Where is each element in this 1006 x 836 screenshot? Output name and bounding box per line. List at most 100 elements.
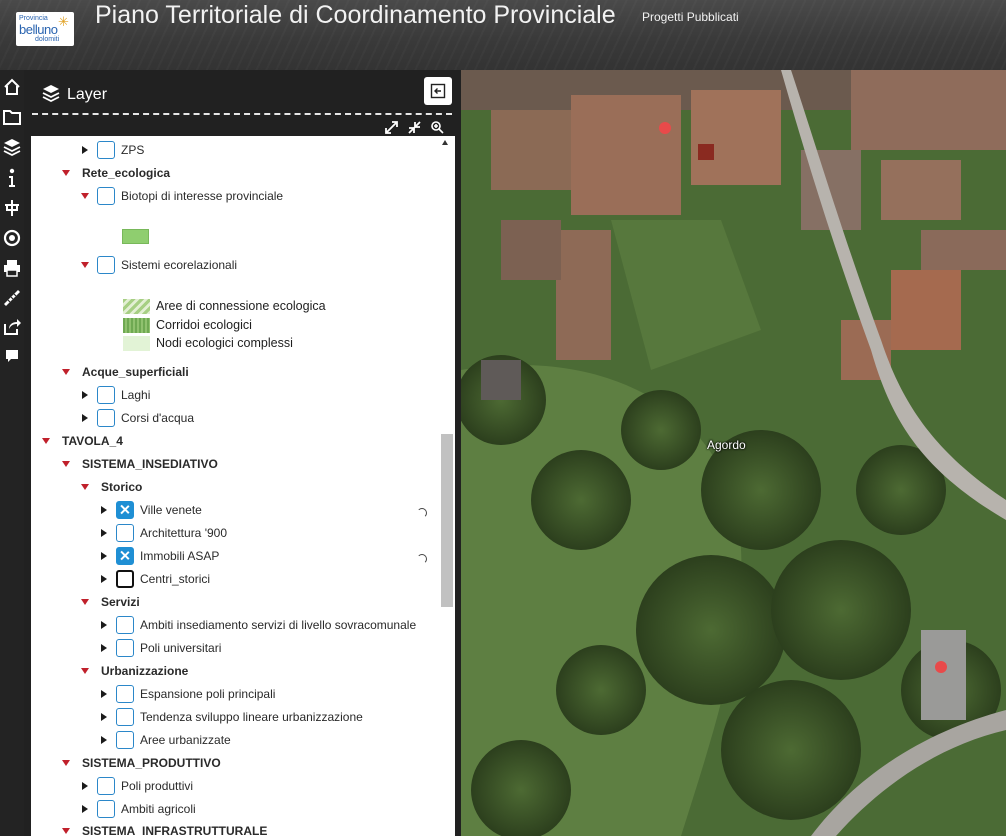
group-row-tavola-4: TAVOLA_4 — [40, 430, 123, 452]
layer-checkbox[interactable] — [116, 685, 134, 703]
group-label: SISTEMA_INSEDIATIVO — [82, 457, 218, 471]
layer-checkbox[interactable] — [116, 731, 134, 749]
share-icon[interactable] — [0, 313, 24, 341]
expand-caret-icon[interactable] — [79, 407, 91, 429]
expand-caret-icon[interactable] — [98, 706, 110, 728]
layer-label: Aree urbanizzate — [140, 733, 231, 747]
layer-row-tendenza-sviluppo: Tendenza sviluppo lineare urbanizzazione — [98, 706, 363, 728]
layer-checkbox-checked[interactable] — [116, 501, 134, 519]
collapse-caret-icon[interactable] — [40, 430, 52, 452]
print-icon[interactable] — [0, 254, 24, 282]
app-title: Piano Territoriale di Coordinamento Prov… — [95, 1, 616, 29]
layer-checkbox[interactable] — [97, 409, 115, 427]
layer-checkbox[interactable] — [97, 777, 115, 795]
group-label: Urbanizzazione — [101, 664, 189, 678]
collapse-caret-icon[interactable] — [60, 162, 72, 184]
collapse-caret-icon[interactable] — [60, 361, 72, 383]
layer-label: Ambiti agricoli — [121, 802, 196, 816]
info-icon[interactable] — [0, 164, 24, 192]
layer-row-zps: ZPS — [79, 139, 144, 161]
expand-caret-icon[interactable] — [98, 614, 110, 636]
tree-structure-icon[interactable] — [0, 194, 24, 222]
collapse-caret-icon[interactable] — [79, 591, 91, 613]
layer-checkbox[interactable] — [116, 524, 134, 542]
target-icon[interactable] — [0, 224, 24, 252]
layer-checkbox[interactable] — [116, 616, 134, 634]
group-row-sistema-insediativo: SISTEMA_INSEDIATIVO — [60, 453, 218, 475]
group-label: SISTEMA_INFRASTRUTTURALE — [82, 824, 268, 836]
expand-caret-icon[interactable] — [98, 545, 110, 567]
header-divider — [32, 113, 452, 115]
expand-caret-icon[interactable] — [79, 139, 91, 161]
biotopi-legend-swatch — [122, 229, 149, 244]
collapse-caret-icon[interactable] — [79, 254, 91, 276]
group-row-acque-superficiali: Acque_superficiali — [60, 361, 189, 383]
expand-caret-icon[interactable] — [98, 683, 110, 705]
layer-row-ville-venete: Ville venete — [98, 499, 202, 521]
loading-spinner-icon — [417, 554, 427, 564]
collapse-all-icon[interactable] — [406, 119, 422, 135]
layer-checkbox-focused[interactable] — [116, 570, 134, 588]
expand-caret-icon[interactable] — [98, 568, 110, 590]
map-marker[interactable] — [659, 122, 671, 134]
group-label: Rete_ecologica — [82, 166, 171, 180]
collapse-caret-icon[interactable] — [79, 660, 91, 682]
expand-caret-icon[interactable] — [79, 384, 91, 406]
group-row-rete-ecologica: Rete_ecologica — [60, 162, 170, 184]
scrollbar-thumb[interactable] — [441, 434, 453, 607]
layer-label: Corsi d'acqua — [121, 411, 194, 425]
expand-caret-icon[interactable] — [98, 729, 110, 751]
layer-label: Sistemi ecorelazionali — [121, 258, 238, 272]
expand-caret-icon[interactable] — [98, 499, 110, 521]
collapse-caret-icon[interactable] — [60, 820, 72, 836]
layer-row-biotopi: Biotopi di interesse provinciale — [79, 185, 283, 207]
group-label: TAVOLA_4 — [62, 434, 123, 448]
measure-icon[interactable] — [0, 284, 24, 312]
expand-caret-icon[interactable] — [79, 775, 91, 797]
expand-caret-icon[interactable] — [98, 637, 110, 659]
collapse-caret-icon[interactable] — [79, 476, 91, 498]
collapse-caret-icon[interactable] — [79, 185, 91, 207]
expand-caret-icon[interactable] — [98, 522, 110, 544]
layer-row-ambiti-insediamento: Ambiti insediamento servizi di livello s… — [98, 614, 416, 636]
provincia-belluno-logo[interactable]: Provincia belluno dolomiti ✳ — [16, 12, 74, 46]
scroll-up-arrow-icon[interactable] — [442, 140, 448, 145]
layer-row-architettura-900: Architettura '900 — [98, 522, 227, 544]
folder-icon[interactable] — [0, 103, 24, 131]
comment-icon[interactable] — [0, 342, 24, 370]
collapse-caret-icon[interactable] — [60, 752, 72, 774]
logo-star-icon: ✳ — [58, 14, 69, 29]
layer-checkbox[interactable] — [97, 187, 115, 205]
group-label: Acque_superficiali — [82, 365, 189, 379]
layer-checkbox[interactable] — [97, 386, 115, 404]
layer-label: Immobili ASAP — [140, 549, 220, 563]
layer-checkbox-checked[interactable] — [116, 547, 134, 565]
layer-label: Laghi — [121, 388, 151, 402]
zoom-icon[interactable] — [429, 119, 445, 135]
expand-caret-icon[interactable] — [79, 798, 91, 820]
layer-label: Architettura '900 — [140, 526, 228, 540]
layer-label: Poli produttivi — [121, 779, 194, 793]
expand-icon[interactable] — [383, 119, 399, 135]
collapse-caret-icon[interactable] — [60, 453, 72, 475]
left-toolbar — [0, 70, 24, 836]
map-place-label: Agordo — [707, 438, 746, 452]
home-icon[interactable] — [0, 73, 24, 101]
collapse-panel-button[interactable] — [424, 77, 452, 105]
layer-checkbox[interactable] — [97, 256, 115, 274]
layers-icon[interactable] — [0, 133, 24, 161]
layer-checkbox[interactable] — [97, 800, 115, 818]
aree-connessione-legend-swatch — [123, 299, 150, 314]
layer-checkbox[interactable] — [97, 141, 115, 159]
layer-row-poli-universitari: Poli universitari — [98, 637, 221, 659]
app-subtitle[interactable]: Progetti Pubblicati — [642, 10, 739, 24]
layer-row-immobili-asap: Immobili ASAP — [98, 545, 219, 567]
layer-checkbox[interactable] — [116, 708, 134, 726]
layer-row-corsi-acqua: Corsi d'acqua — [79, 407, 194, 429]
map-view[interactable]: Agordo — [461, 70, 1006, 836]
group-row-servizi: Servizi — [79, 591, 140, 613]
layer-label: Biotopi di interesse provinciale — [121, 189, 284, 203]
logo-line-3: dolomiti — [35, 36, 60, 43]
layer-checkbox[interactable] — [116, 639, 134, 657]
map-marker[interactable] — [935, 661, 947, 673]
